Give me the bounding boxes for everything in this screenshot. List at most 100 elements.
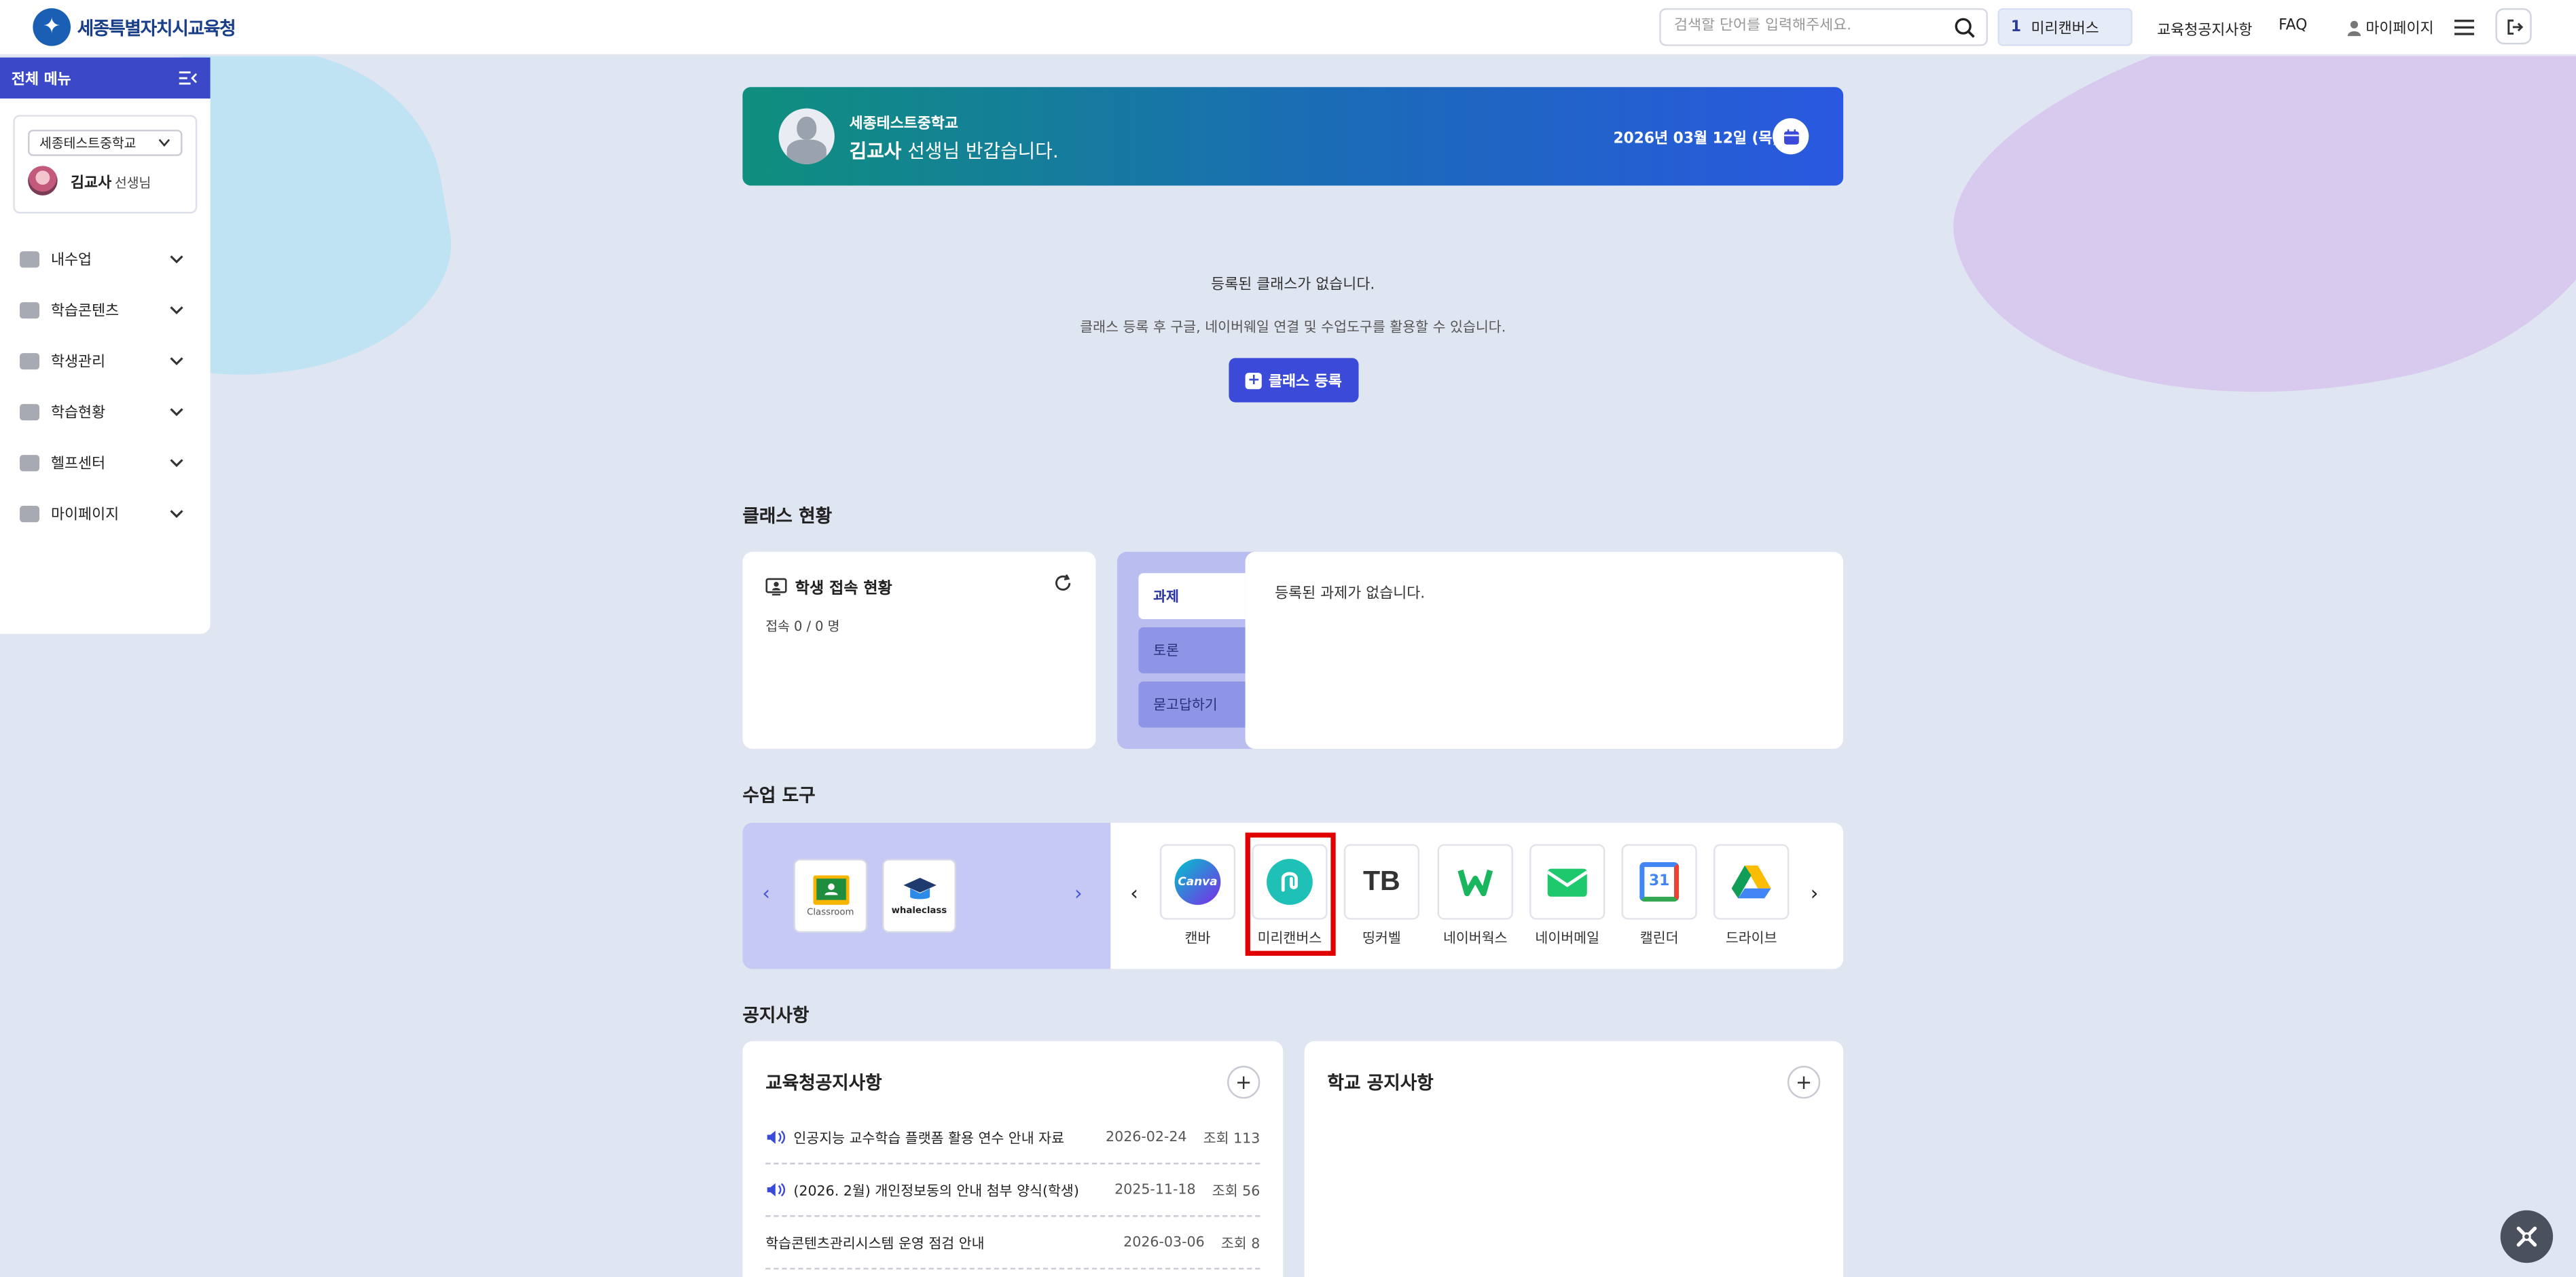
google-classroom-icon [812,874,849,904]
welcome-banner: 세종테스트중학교 김교사 선생님 반갑습니다. 2026년 03월 12일 (목… [742,87,1844,186]
sidebar-item-help[interactable]: 헬프센터 [0,437,211,487]
speaker-icon [767,1130,786,1144]
sidebar-item-mypage[interactable]: 마이페이지 [0,487,211,538]
chevron-left-icon[interactable]: ‹ [1130,882,1138,905]
sidebar-item-students[interactable]: 학생관리 [0,335,211,386]
avatar [28,166,58,196]
tab-discussion[interactable]: 토론 [1138,627,1246,673]
search-box [1659,8,1988,46]
tool-navermail[interactable]: 네이버메일 [1529,844,1606,948]
register-class-button[interactable]: + 클래스 등록 [1229,358,1359,403]
welcome-school: 세종테스트중학교 [849,116,958,133]
nav-office-notice[interactable]: 교육청공지사항 [2157,18,2252,39]
chevron-down-icon [170,255,183,263]
hamburger-menu-icon[interactable] [2453,16,2476,37]
notice-title: (2026. 2월) 개인정보동의 안내 첨부 양식(학생) [793,1183,1079,1200]
logout-button[interactable] [2495,8,2532,45]
sidebar-menu: 내수업 학습콘텐츠 학생관리 학습현황 헬프센터 마이페이지 [0,233,211,538]
tool-naverworks[interactable]: 네이버웍스 [1437,844,1513,948]
tab-qna[interactable]: 묻고답하기 [1138,681,1246,728]
tool-thinkerbell[interactable]: TB 띵커벨 [1343,844,1420,948]
notice-date: 2025-11-18 [1114,1181,1196,1198]
popular-keyword[interactable]: 1 미리캔버스 [1997,8,2133,46]
task-content: 등록된 과제가 없습니다. [1245,551,1844,749]
notice-views: 조회 56 [1212,1183,1260,1200]
office-notice-more-button[interactable]: + [1227,1065,1260,1099]
chat-icon [20,454,40,471]
tool-calendar-label: 캘린더 [1639,931,1679,948]
school-select[interactable]: 세종테스트중학교 [28,130,183,156]
canva-icon: Canva [1159,844,1236,920]
tool-naverworks-label: 네이버웍스 [1443,931,1508,948]
profile-icon [20,504,40,522]
sidebar-item-contents[interactable]: 학습콘텐츠 [0,284,211,335]
calendar-button[interactable] [1773,118,1809,155]
sidebar-item-myclass[interactable]: 내수업 [0,233,211,284]
logo[interactable]: ✦ 세종특별자치시교육청 [33,8,236,46]
drive-icon [1713,844,1790,920]
nav-mypage[interactable]: 마이페이지 [2346,16,2434,38]
task-panel: 과제 토론 묻고답하기 등록된 과제가 없습니다. [1117,551,1844,749]
search-input[interactable] [1673,18,1954,35]
chevron-right-icon[interactable]: › [1074,882,1083,905]
tool-calendar[interactable]: 31 캘린더 [1621,844,1697,948]
logo-text: 세종특별자치시교육청 [77,17,236,39]
notice-title: 인공지능 교수학습 플랫폼 활용 연수 안내 자료 [793,1130,1065,1147]
folder-icon [20,301,40,318]
whaleclass-label: whaleclass [891,906,947,916]
collapse-menu-icon[interactable] [179,71,198,86]
chevron-down-icon [170,356,183,365]
sidebar-title: 전체 메뉴 [11,72,71,89]
calendar-icon: 31 [1621,844,1697,920]
pencil-icon [20,352,40,369]
background-blob-right [1923,0,2576,462]
task-empty-message: 등록된 과제가 없습니다. [1275,586,1426,603]
thinkerbell-icon: TB [1343,844,1420,920]
miricanvas-icon [1252,844,1328,920]
tools-featured-panel: ‹ Classroom whaleclass › [742,822,1111,969]
chevron-left-icon[interactable]: ‹ [762,882,770,905]
chevron-right-icon[interactable]: › [1811,882,1819,905]
sidebar-item-learning-status[interactable]: 학습현황 [0,386,211,437]
whaleclass-icon [903,876,936,899]
floating-tools-button[interactable] [2500,1210,2554,1263]
tab-assignment[interactable]: 과제 [1138,573,1246,619]
navermail-icon [1529,844,1606,920]
classroom-tile[interactable]: Classroom [793,859,868,933]
teacher-info: 김교사 선생님 [28,166,182,196]
student-access-count: 접속 0 / 0 명 [765,618,840,634]
notice-date: 2026-03-06 [1123,1234,1205,1251]
notice-row[interactable]: (2026. 2월) 개인정보동의 안내 첨부 양식(학생) 2025-11-1… [765,1164,1260,1217]
notices-title: 공지사항 [742,1005,810,1026]
tool-canva-label: 캔바 [1184,931,1211,948]
tool-canva[interactable]: Canva 캔바 [1159,844,1236,948]
chevron-down-icon [170,407,183,415]
notice-views: 조회 113 [1203,1130,1260,1147]
top-header: ✦ 세종특별자치시교육청 1 미리캔버스 교육청공지사항 FAQ 마이페이지 [0,0,2576,56]
teacher-role: 선생님 [114,174,151,190]
teacher-name: 김교사 선생님 [71,174,151,191]
chevron-down-icon [170,508,183,517]
monitor-user-icon [765,577,787,595]
search-icon[interactable] [1953,16,1976,39]
nav-mypage-label: 마이페이지 [2365,21,2434,38]
refresh-icon[interactable] [1053,573,1073,593]
classroom-label: Classroom [807,907,854,918]
notice-row[interactable]: 학습콘텐츠관리시스템 운영 점검 안내 2026-03-06 조회 8 [765,1217,1260,1270]
whaleclass-tile[interactable]: whaleclass [882,859,956,933]
empty-class-message: 등록된 클래스가 없습니다. [1211,277,1375,295]
register-class-label: 클래스 등록 [1268,374,1342,391]
notice-row[interactable]: 인공지능 교수학습 플랫폼 활용 연수 안내 자료 2026-02-24 조회 … [765,1112,1260,1165]
tool-miricanvas[interactable]: 미리캔버스 [1252,844,1328,948]
calendar-icon [1783,128,1798,144]
logout-icon [2507,18,2523,34]
tool-drive[interactable]: 드라이브 [1713,844,1790,948]
school-notice-more-button[interactable]: + [1787,1065,1821,1099]
logo-mark-icon: ✦ [33,8,71,46]
chevron-down-icon [158,138,170,147]
popular-keyword-text: 미리캔버스 [2031,21,2099,38]
nav-faq[interactable]: FAQ [2279,18,2307,35]
sidebar: 전체 메뉴 세종테스트중학교 김교사 선생님 내수업 학습콘텐츠 학생관리 학습… [0,57,211,634]
class-status-title: 클래스 현황 [742,506,833,528]
notice-views: 조회 8 [1220,1236,1260,1253]
